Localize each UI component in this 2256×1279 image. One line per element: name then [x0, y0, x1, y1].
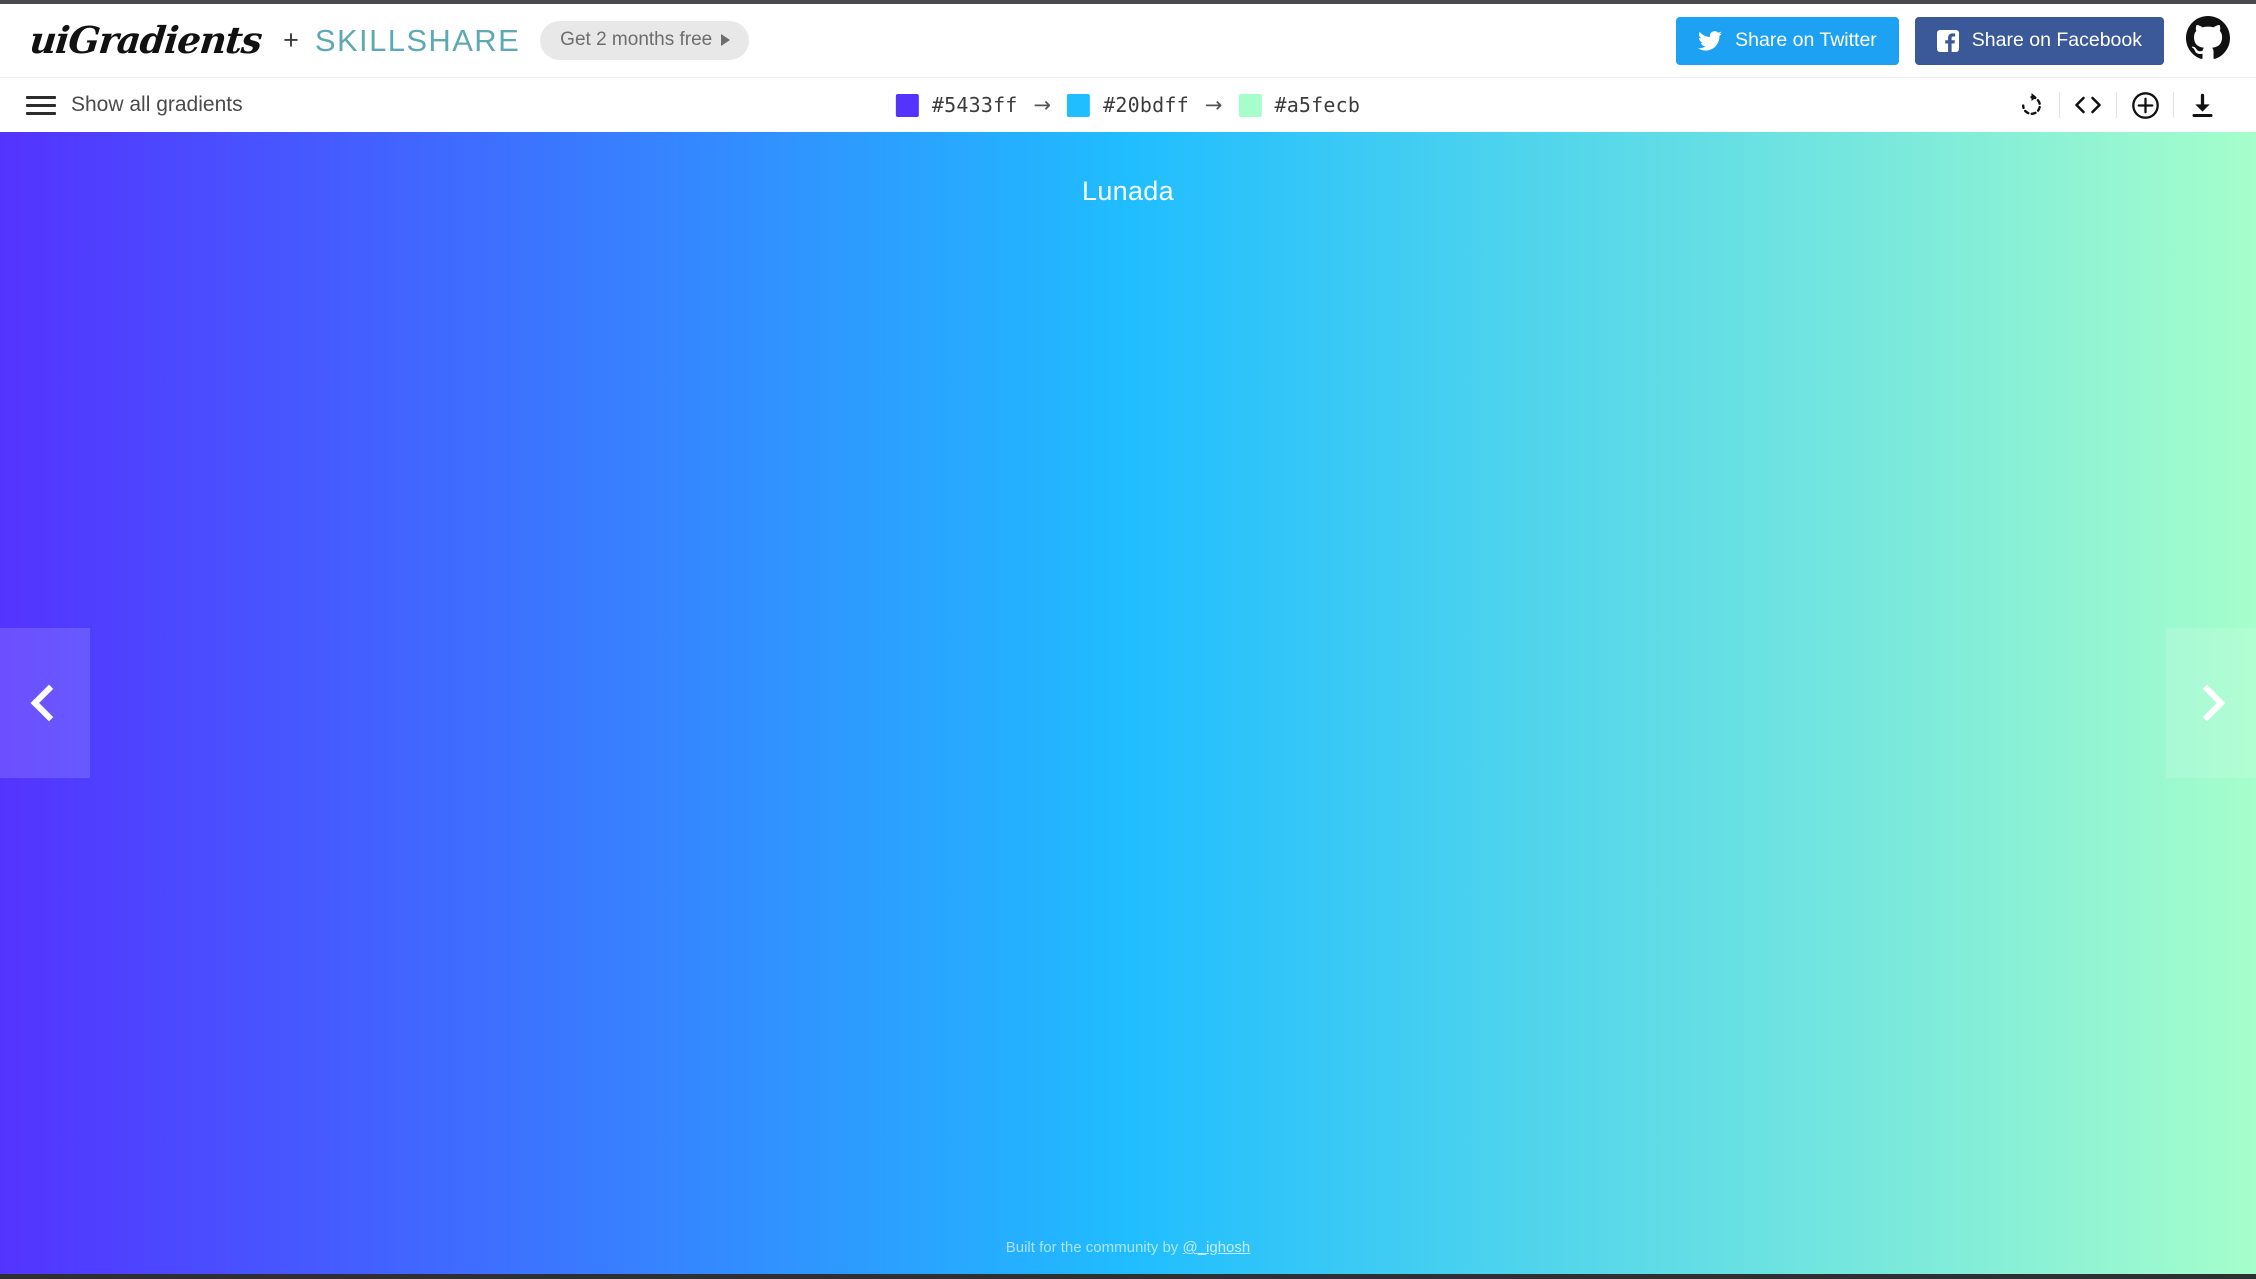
color-stop-1[interactable]: #5433ff	[895, 93, 1018, 117]
share-on-twitter-button[interactable]: Share on Twitter	[1676, 16, 1899, 65]
color-swatch-1	[895, 93, 919, 117]
site-header: uiGradients + SKILLSHARE Get 2 months fr…	[0, 4, 2256, 77]
skillshare-logo[interactable]: SKILLSHARE	[315, 25, 520, 56]
gradient-arrow-1: →	[1033, 93, 1052, 117]
gradient-name-title: Lunada	[1082, 176, 1174, 206]
gradient-toolbar: Show all gradients #5433ff → #20bdff → #…	[0, 77, 2256, 132]
color-hex-2: #20bdff	[1103, 93, 1189, 117]
github-octocat-icon[interactable]	[2186, 16, 2230, 65]
share-on-facebook-button[interactable]: Share on Facebook	[1914, 16, 2164, 65]
bottom-edge-bar	[0, 1274, 2256, 1279]
color-stop-list: #5433ff → #20bdff → #a5fecb	[895, 93, 1360, 117]
gradient-arrow-2: →	[1204, 93, 1223, 117]
color-swatch-3	[1238, 93, 1262, 117]
gradient-canvas: Lunada Built for the community by @_igho…	[0, 132, 2256, 1274]
color-stop-2[interactable]: #20bdff	[1067, 93, 1189, 117]
rotate-gradient-icon[interactable]	[2003, 83, 2059, 127]
header-actions: Share on Twitter Share on Facebook	[1676, 16, 2230, 65]
brand-block: uiGradients + SKILLSHARE Get 2 months fr…	[28, 18, 750, 62]
chevron-left-icon	[30, 684, 68, 722]
previous-gradient-button[interactable]	[0, 628, 90, 778]
footer-credit: Built for the community by @_ighosh	[0, 1239, 2256, 1256]
code-brackets-icon[interactable]	[2060, 83, 2116, 127]
twitter-button-label: Share on Twitter	[1735, 29, 1877, 51]
uigradients-logo[interactable]: uiGradients	[28, 18, 264, 62]
show-all-gradients-label: Show all gradients	[71, 93, 243, 116]
toolbar-actions	[2003, 83, 2230, 127]
color-swatch-2	[1067, 93, 1091, 117]
twitter-bird-icon	[1698, 30, 1723, 51]
next-gradient-button[interactable]	[2166, 628, 2256, 778]
get-months-free-button[interactable]: Get 2 months free	[540, 21, 750, 60]
footer-credit-prefix: Built for the community by	[1005, 1239, 1183, 1256]
plus-circle-icon[interactable]	[2117, 83, 2173, 127]
show-all-gradients-button[interactable]: Show all gradients	[26, 93, 243, 117]
facebook-button-label: Share on Facebook	[1971, 29, 2142, 51]
download-icon[interactable]	[2174, 83, 2230, 127]
hamburger-menu-icon	[26, 95, 56, 115]
author-handle-link[interactable]: @_ighosh	[1182, 1239, 1250, 1256]
chevron-right-icon	[2188, 684, 2226, 722]
promo-label: Get 2 months free	[560, 29, 713, 50]
color-hex-3: #a5fecb	[1274, 93, 1361, 117]
facebook-f-icon	[1936, 29, 1959, 52]
triangle-right-icon	[721, 34, 731, 46]
color-hex-1: #5433ff	[931, 93, 1018, 117]
brand-plus-separator: +	[283, 25, 299, 55]
color-stop-3[interactable]: #a5fecb	[1238, 93, 1360, 117]
